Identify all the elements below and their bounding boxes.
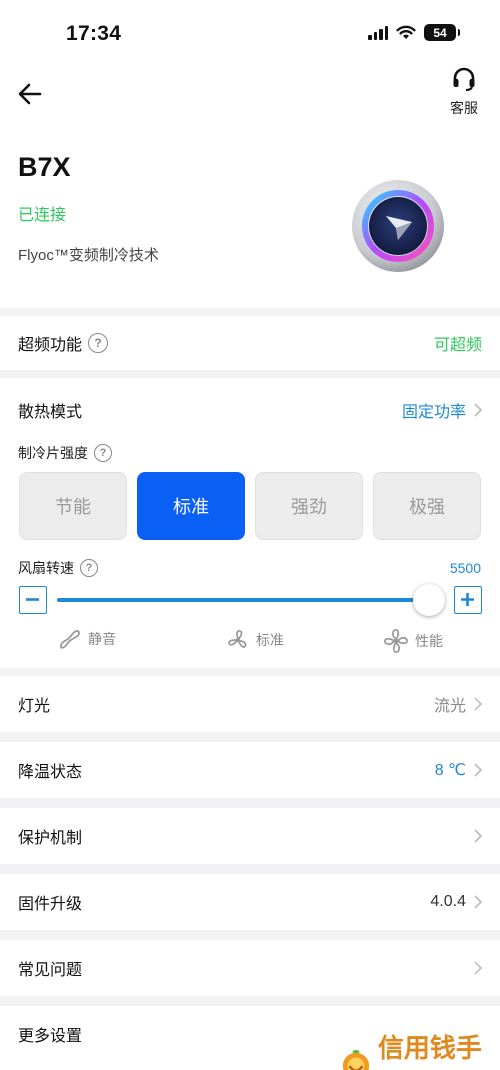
lighting-value: 流光 [433,698,466,715]
cooling-status-row[interactable]: 降温状态 8 ℃ [0,742,500,798]
customer-service-button[interactable]: 客服 [444,66,484,118]
fan-mode-silent[interactable]: 静音 [58,628,116,650]
lighting-label: 灯光 [18,698,51,715]
intensity-label-group: 制冷片强度 ? [18,443,112,463]
intensity-option-extreme[interactable]: 极强 [373,472,481,540]
technology-label: Flyoc™变频制冷技术 [18,247,159,264]
fan-speed-slider[interactable] [57,598,433,602]
wifi-icon [396,25,416,39]
overclock-card: 超频功能 ? 可超频 [0,316,500,370]
fan-mode-performance[interactable]: 性能 [383,628,443,654]
intensity-option-strong[interactable]: 强劲 [255,472,363,540]
lighting-row[interactable]: 灯光 流光 [0,676,500,732]
intensity-option-eco[interactable]: 节能 [19,472,127,540]
cooling-mode-row[interactable]: 散热模式 固定功率 [0,382,500,438]
cooling-mode-value: 固定功率 [401,404,466,421]
fan-label-group: 风扇转速 ? [18,558,98,578]
cellular-signal-icon [368,25,388,40]
plus-icon [461,593,474,606]
minus-icon [26,598,39,601]
chevron-right-icon [474,895,482,909]
cooling-status-value: 8 ℃ [434,762,466,779]
watermark-text: 信用钱手游 [377,1034,482,1064]
device-image [352,180,444,272]
overclock-value: 可超频 [433,337,482,354]
overclock-label: 超频功能 [18,337,83,354]
status-bar: 17:34 54 [0,0,500,64]
firmware-label: 固件升级 [18,896,83,913]
device-name: B7X [18,152,71,182]
help-icon[interactable]: ? [80,559,98,577]
fan-speed-label: 风扇转速 [18,560,74,576]
status-icons: 54 [368,24,460,41]
performance-fan-icon [384,629,408,653]
increase-button[interactable] [454,586,482,614]
headset-icon [453,67,475,91]
fan-mode-performance-label: 性能 [415,633,443,649]
connection-status: 已连接 [18,207,67,224]
fan-icon [228,630,247,648]
more-settings-label: 更多设置 [18,1028,83,1045]
faq-row[interactable]: 常见问题 [0,940,500,996]
help-icon[interactable]: ? [88,333,109,353]
chevron-right-icon [474,697,482,711]
fan-mode-standard[interactable]: 标准 [226,628,284,652]
chevron-right-icon [474,961,482,975]
chevron-right-icon [474,763,482,777]
battery-indicator: 54 [424,24,460,41]
silent-fan-icon [59,629,80,649]
intensity-option-standard[interactable]: 标准 [137,472,245,540]
customer-service-label: 客服 [450,100,478,116]
back-arrow-icon[interactable] [16,80,44,108]
device-header: 客服 B7X 已连接 Flyoc™变频制冷技术 [0,64,500,308]
firmware-row[interactable]: 固件升级 4.0.4 [0,874,500,930]
overclock-row[interactable]: 超频功能 ? 可超频 [0,316,500,370]
intensity-label: 制冷片强度 [18,445,88,461]
chevron-right-icon [474,403,482,417]
firmware-version: 4.0.4 [430,893,466,910]
help-icon[interactable]: ? [94,444,112,462]
faq-label: 常见问题 [18,962,83,979]
watermark-logo-icon [342,1049,370,1070]
cooling-status-label: 降温状态 [18,764,83,781]
watermark: 信用钱手游 [340,1028,500,1070]
fan-mode-standard-label: 标准 [256,632,284,648]
slider-thumb[interactable] [413,584,445,616]
fan-mode-silent-label: 静音 [88,631,116,647]
chevron-right-icon [474,829,482,843]
protection-label: 保护机制 [18,830,83,847]
fan-speed-value: 5500 [449,560,481,576]
protection-row[interactable]: 保护机制 [0,808,500,864]
status-time: 17:34 [66,22,122,45]
cooling-mode-label: 散热模式 [18,404,83,421]
decrease-button[interactable] [19,586,47,614]
